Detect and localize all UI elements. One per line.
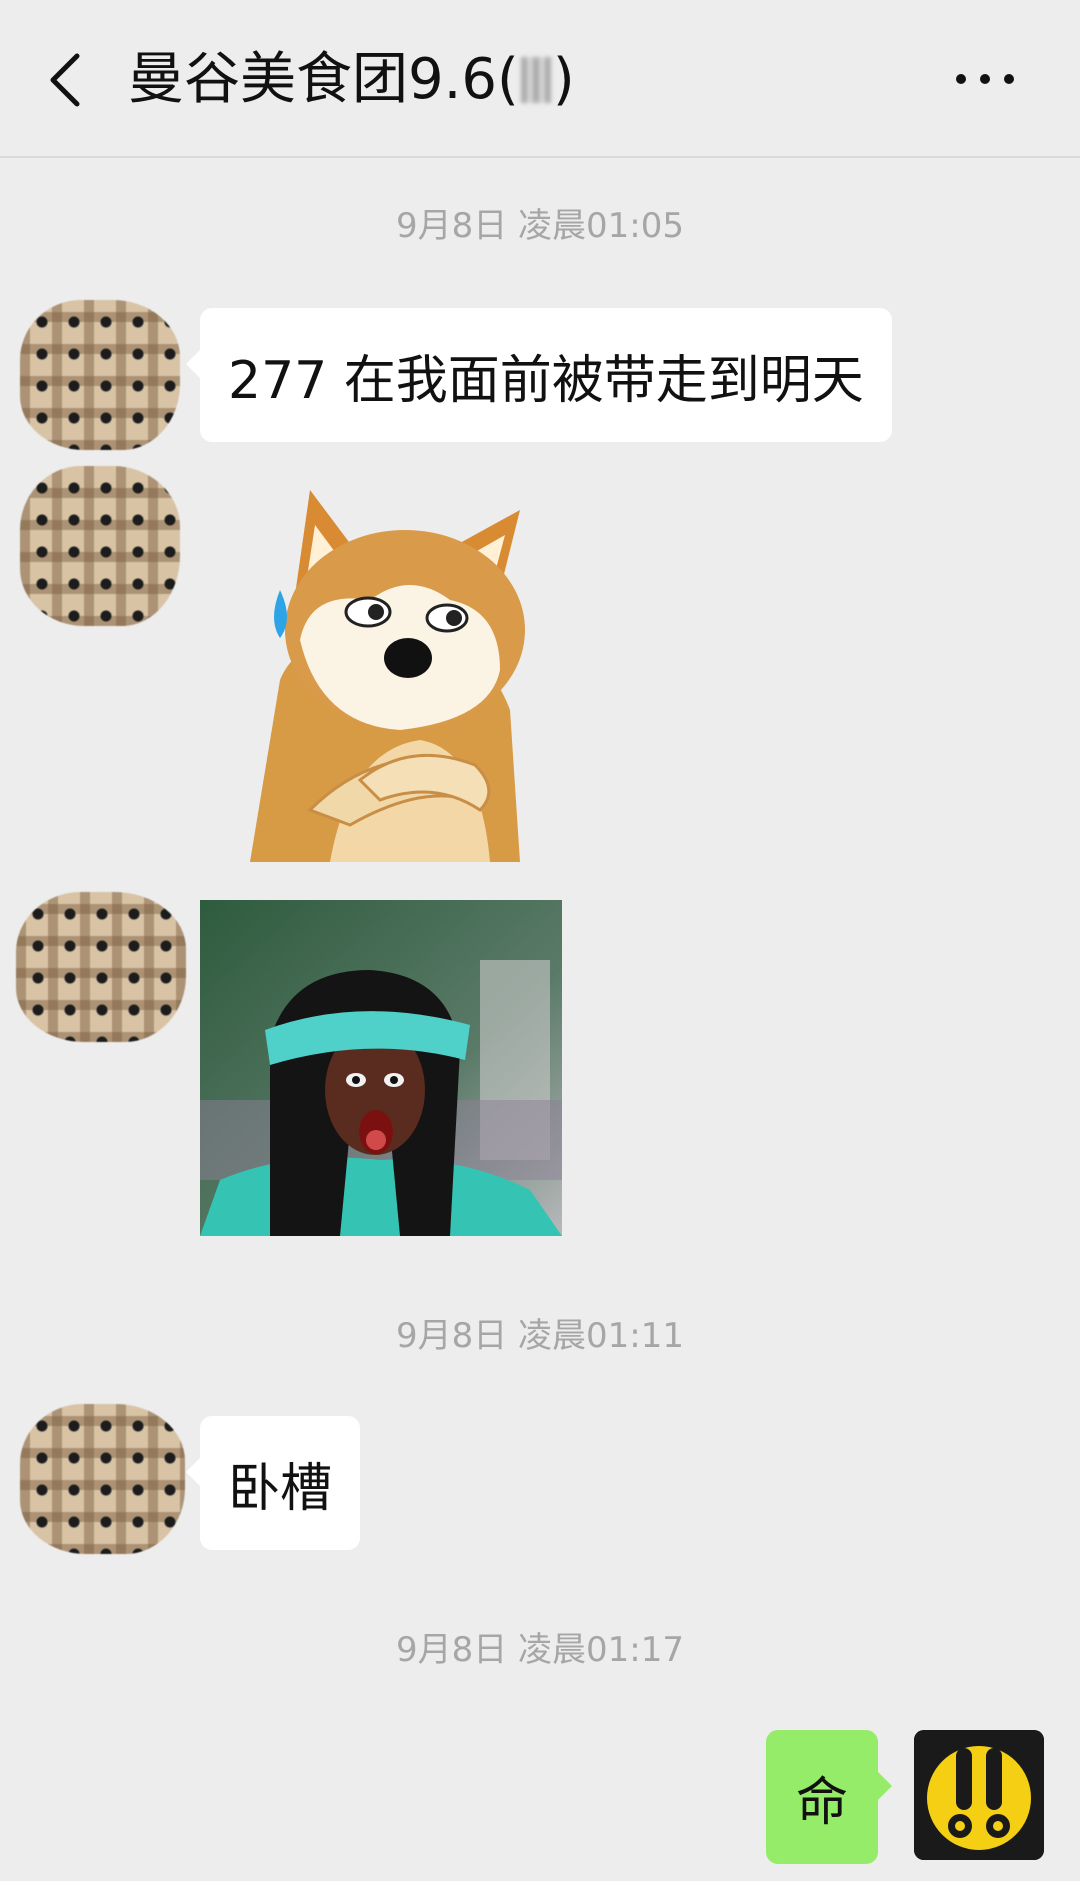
sender-avatar[interactable]	[16, 892, 186, 1042]
surprised-woman-image	[200, 900, 562, 1236]
chat-title-end: )	[552, 47, 575, 112]
shiba-dog-icon	[250, 490, 525, 862]
message-text: 卧槽	[228, 1458, 333, 1519]
sender-avatar[interactable]	[20, 1404, 185, 1554]
message-text: 277 在我面前被带走到明天	[228, 350, 864, 411]
chevron-left-icon	[50, 53, 80, 107]
message-bubble-received[interactable]: 277 在我面前被带走到明天	[186, 308, 892, 442]
image-message[interactable]	[200, 900, 562, 1236]
message-bubble-sent[interactable]: 命	[766, 1730, 893, 1864]
more-options-button[interactable]	[940, 54, 1030, 104]
message-timestamp: 9月8日 凌晨01:05	[395, 206, 685, 246]
sender-avatar[interactable]	[20, 300, 180, 450]
more-dots-icon	[956, 74, 966, 84]
chat-title-text: 曼谷美食团9.6(	[128, 47, 519, 112]
more-dots-icon	[1004, 74, 1014, 84]
message-bubble-received[interactable]: 卧槽	[185, 1416, 361, 1550]
message-text: 命	[796, 1772, 849, 1833]
blurred-title-part	[520, 56, 551, 103]
more-dots-icon	[980, 74, 990, 84]
my-avatar[interactable]	[914, 1730, 1044, 1860]
back-button[interactable]	[30, 40, 100, 120]
message-timestamp: 9月8日 凌晨01:11	[395, 1316, 685, 1356]
message-timestamp: 9月8日 凌晨01:17	[395, 1630, 685, 1670]
chat-title: 曼谷美食团9.6()	[128, 40, 575, 120]
yellow-bunny-icon	[914, 1730, 1044, 1860]
sticker-shiba-dog[interactable]	[240, 480, 540, 862]
chat-header: 曼谷美食团9.6()	[0, 0, 1080, 158]
sender-avatar[interactable]	[20, 466, 180, 626]
